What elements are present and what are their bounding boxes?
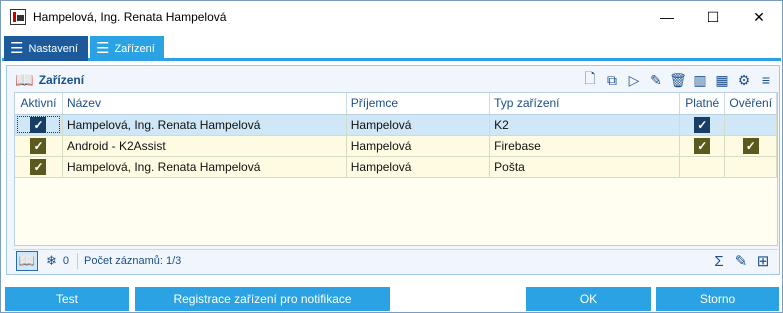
cell-typ: K2 xyxy=(489,114,680,136)
cell-overeni xyxy=(724,156,777,178)
column-header-overeni[interactable]: Ověření xyxy=(724,93,777,115)
table-row[interactable]: ✓ Hampelová, Ing. Renata Hampelová Hampelo… xyxy=(15,156,777,178)
book-view-icon[interactable]: 📖 xyxy=(16,250,38,271)
cell-prijemce: Hampelová xyxy=(346,156,491,178)
record-count: Počet záznamů: 1/3 xyxy=(84,254,182,267)
play-icon[interactable]: ▷ xyxy=(623,70,645,90)
k2-app-icon xyxy=(10,9,26,25)
edit-icon[interactable]: ✎ xyxy=(645,70,667,90)
column-header-nazev[interactable]: Název xyxy=(62,93,347,115)
cell-aktivni: ✓ xyxy=(15,114,63,136)
list-icon: ☰ xyxy=(10,40,24,57)
edit-icon[interactable]: ✎ xyxy=(730,251,752,271)
divider xyxy=(77,252,79,269)
settings-icon[interactable]: ⚙ xyxy=(733,70,755,90)
ok-button[interactable]: OK xyxy=(526,287,651,311)
checkbox-checked[interactable]: ✓ xyxy=(742,137,759,154)
statusbar-tools: Σ ✎ ⊞ xyxy=(708,251,774,271)
status-bar: 📖 ❄ 0 Počet záznamů: 1/3 Σ ✎ ⊞ xyxy=(14,249,778,271)
window-title: Hampelová, Ing. Renata Hampelová xyxy=(33,10,227,24)
window-controls: — ☐ ✕ xyxy=(644,1,782,33)
cell-aktivni: ✓ xyxy=(15,156,63,178)
checkbox-checked[interactable]: ✓ xyxy=(694,137,711,154)
table-row[interactable]: ✓ Hampelová, Ing. Renata Hampelová Hampelo… xyxy=(15,114,777,136)
tab-label: Zařízení xyxy=(114,42,155,55)
cell-platne xyxy=(679,156,726,178)
cell-nazev: Hampelová, Ing. Renata Hampelová xyxy=(62,156,347,178)
test-button[interactable]: Test xyxy=(5,287,129,311)
add-record-icon[interactable]: ⊞ xyxy=(752,251,774,271)
cell-prijemce: Hampelová xyxy=(346,135,491,157)
snowflake-icon[interactable]: ❄ xyxy=(46,253,57,269)
table-header-row: Aktivní Název Příjemce Typ zařízení Plat… xyxy=(15,93,777,115)
checkbox-checked[interactable]: ✓ xyxy=(30,116,47,133)
column-header-prijemce[interactable]: Příjemce xyxy=(346,93,491,115)
tab-zarizeni[interactable]: ☰ Zařízení xyxy=(90,36,164,61)
book-icon: 📖 xyxy=(15,72,34,89)
cell-platne: ✓ xyxy=(679,114,726,136)
register-device-button[interactable]: Registrace zařízení pro notifikace xyxy=(135,287,390,311)
cell-typ: Firebase xyxy=(489,135,680,157)
checkbox-checked[interactable]: ✓ xyxy=(30,137,47,154)
cell-nazev: Hampelová, Ing. Renata Hampelová xyxy=(62,114,347,136)
cell-platne: ✓ xyxy=(679,135,726,157)
title-bar: Hampelová, Ing. Renata Hampelová — ☐ ✕ xyxy=(1,1,782,33)
dialog-window: Hampelová, Ing. Renata Hampelová — ☐ ✕ ☰… xyxy=(0,0,783,313)
minimize-button[interactable]: — xyxy=(644,1,690,33)
column-header-typ[interactable]: Typ zařízení xyxy=(489,93,680,115)
devices-table: Aktivní Název Příjemce Typ zařízení Plat… xyxy=(14,92,778,246)
chart-icon[interactable]: ▥ xyxy=(689,70,711,90)
table-row[interactable]: ✓ Android - K2Assist Hampelová Firebase ✓ ✓ xyxy=(15,135,777,157)
panel-title: 📖 Zařízení xyxy=(15,71,84,89)
cell-prijemce: Hampelová xyxy=(346,114,491,136)
tab-label: Nastavení xyxy=(28,42,78,55)
column-header-platne[interactable]: Platné xyxy=(679,93,726,115)
cell-overeni: ✓ xyxy=(724,135,777,157)
panel-toolbar: 🗋 ⧉ ▷ ✎ 🗑 ▥ ▦ ⚙ ≡ xyxy=(579,70,777,90)
filter-count: 0 xyxy=(62,254,70,267)
checkbox-checked[interactable]: ✓ xyxy=(694,116,711,133)
copy-icon[interactable]: ⧉ xyxy=(601,70,623,90)
maximize-button[interactable]: ☐ xyxy=(690,1,736,33)
panel-title-text: Zařízení xyxy=(38,73,85,87)
menu-icon[interactable]: ≡ xyxy=(755,70,777,90)
panel-header: 📖 Zařízení 🗋 ⧉ ▷ ✎ 🗑 ▥ ▦ ⚙ ≡ xyxy=(7,66,779,94)
zarizeni-panel: 📖 Zařízení 🗋 ⧉ ▷ ✎ 🗑 ▥ ▦ ⚙ ≡ Aktivní Náz… xyxy=(6,65,780,275)
tab-bar: ☰ Nastavení ☰ Zařízení xyxy=(2,34,781,61)
storno-button[interactable]: Storno xyxy=(656,287,779,311)
list-icon: ☰ xyxy=(96,40,110,57)
column-header-aktivni[interactable]: Aktivní xyxy=(15,93,63,115)
columns-icon[interactable]: ▦ xyxy=(711,70,733,90)
cell-aktivni: ✓ xyxy=(15,135,63,157)
cell-typ: Pošta xyxy=(489,156,680,178)
sum-icon[interactable]: Σ xyxy=(708,251,730,271)
cell-nazev: Android - K2Assist xyxy=(62,135,347,157)
cell-overeni xyxy=(724,114,777,136)
checkbox-checked[interactable]: ✓ xyxy=(30,158,47,175)
delete-icon[interactable]: 🗑 xyxy=(667,70,689,90)
new-document-icon[interactable]: 🗋 xyxy=(579,70,601,90)
close-button[interactable]: ✕ xyxy=(736,1,782,33)
tab-nastaveni[interactable]: ☰ Nastavení xyxy=(4,36,88,61)
